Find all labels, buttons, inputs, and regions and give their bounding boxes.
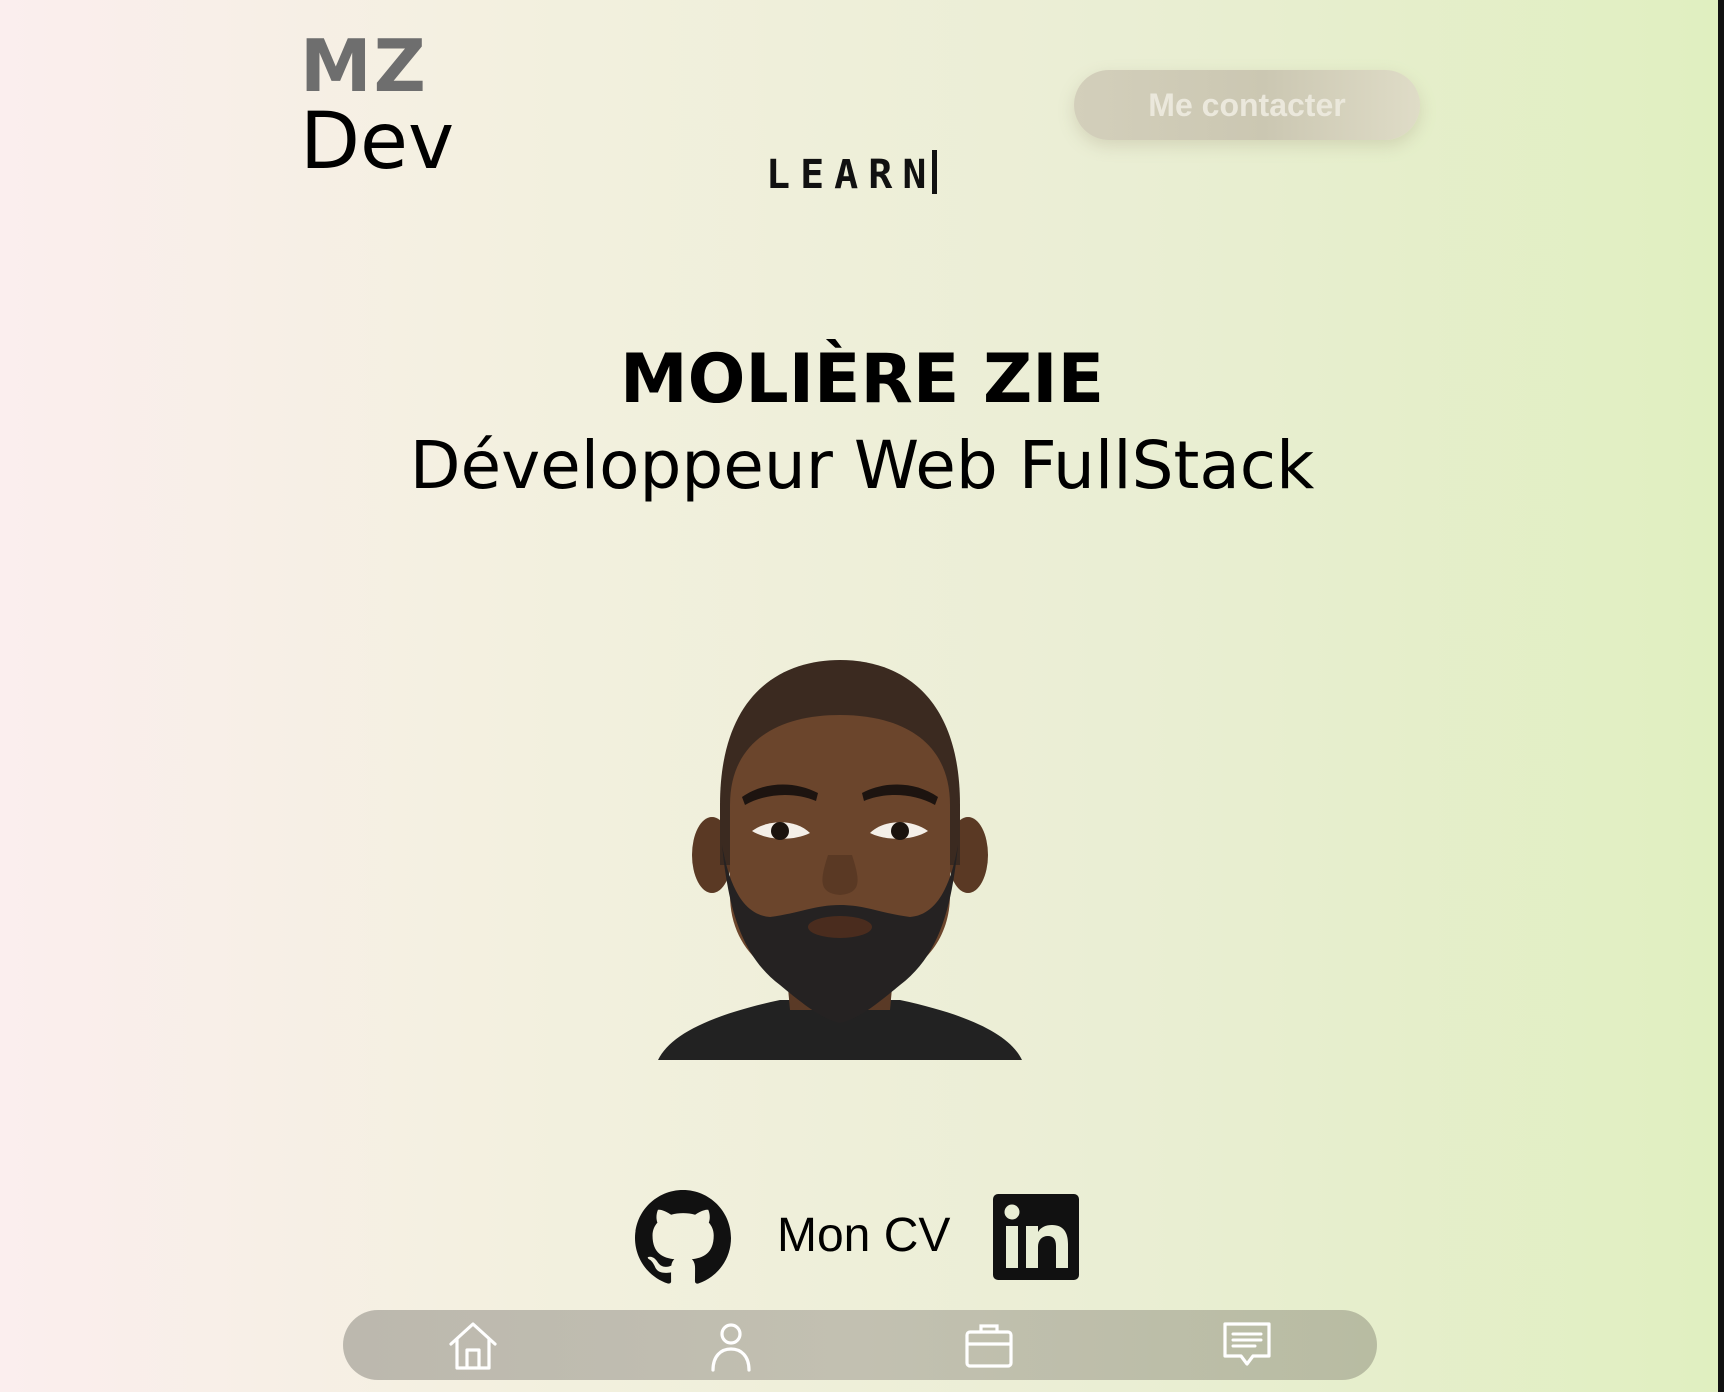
hero-name: MOLIÈRE ZIE: [619, 340, 1105, 419]
nav-projects[interactable]: [961, 1318, 1017, 1374]
logo-initials: MZ: [300, 24, 428, 108]
logo-subtitle: Dev: [300, 97, 455, 187]
window-edge: [1718, 0, 1724, 1392]
message-icon: [1223, 1322, 1271, 1366]
home-icon: [449, 1322, 497, 1370]
briefcase-icon: [965, 1324, 1013, 1368]
nav-home[interactable]: [445, 1318, 501, 1374]
site-logo[interactable]: MZ Dev: [300, 30, 454, 182]
github-icon[interactable]: [635, 1190, 731, 1286]
hero-role: Développeur Web FullStack: [409, 427, 1315, 504]
cv-link[interactable]: Mon CV: [777, 1206, 950, 1266]
typing-text: LEARN: [766, 152, 937, 198]
nav-about[interactable]: [703, 1318, 759, 1374]
bottom-navigation: [343, 1310, 1377, 1380]
contact-button[interactable]: Me contacter: [1074, 70, 1420, 140]
typing-cursor: [932, 150, 938, 194]
user-icon: [711, 1323, 751, 1372]
typing-animation: LEARN: [766, 150, 938, 200]
avatar: [658, 660, 1022, 1060]
nav-contact[interactable]: [1219, 1318, 1275, 1374]
linkedin-icon[interactable]: [993, 1194, 1079, 1280]
